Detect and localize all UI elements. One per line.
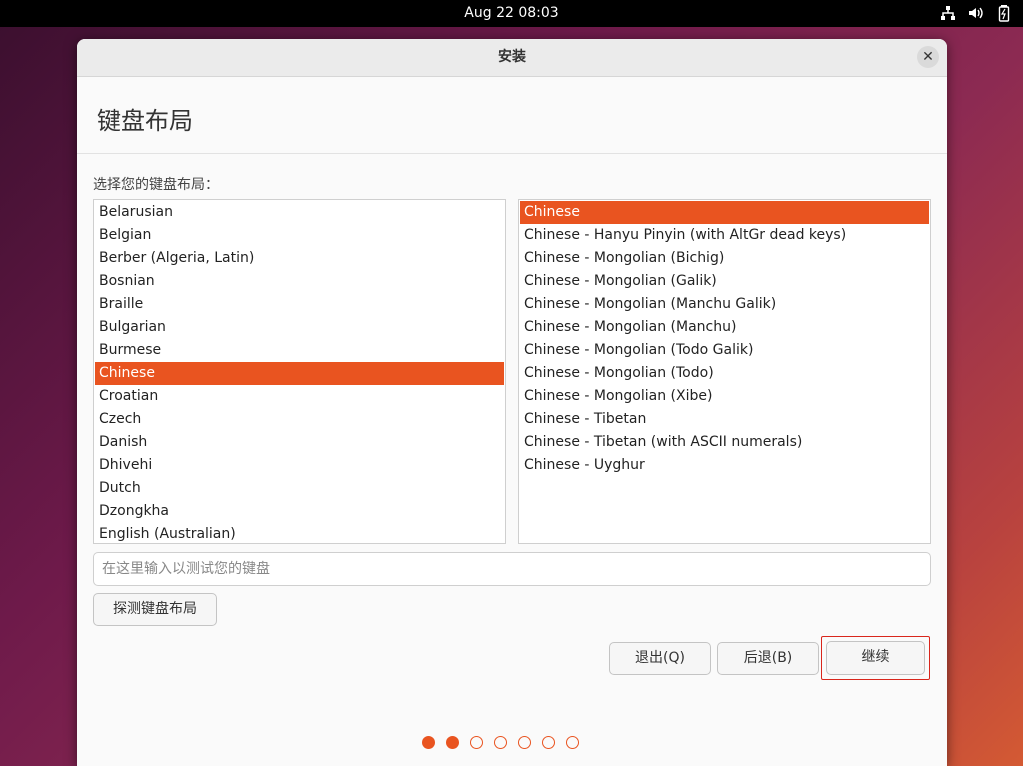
progress-dot [422, 736, 435, 749]
layout-prompt: 选择您的键盘布局： [93, 177, 219, 193]
variant-item[interactable]: Chinese - Tibetan [520, 408, 929, 431]
layout-item[interactable]: Bosnian [95, 270, 504, 293]
continue-button[interactable]: 继续 [826, 641, 925, 675]
volume-icon[interactable] [967, 4, 985, 22]
layout-item[interactable]: English (Australian) [95, 523, 504, 543]
progress-dot [494, 736, 507, 749]
layout-item[interactable]: Belarusian [95, 201, 504, 224]
progress-dot [518, 736, 531, 749]
close-button[interactable]: ✕ [917, 46, 939, 68]
title-bar: 安装 ✕ [77, 39, 947, 77]
layout-item[interactable]: Czech [95, 408, 504, 431]
variant-item[interactable]: Chinese - Mongolian (Todo Galik) [520, 339, 929, 362]
quit-button[interactable]: 退出(Q) [609, 642, 711, 675]
layout-item[interactable]: Belgian [95, 224, 504, 247]
layout-list[interactable]: Belarusian Belgian Berber (Algeria, Latin)… [93, 199, 506, 544]
layout-item[interactable]: Berber (Algeria, Latin) [95, 247, 504, 270]
progress-dots [422, 736, 579, 749]
layout-item[interactable]: Burmese [95, 339, 504, 362]
layout-item[interactable]: Croatian [95, 385, 504, 408]
top-bar: Aug 22 08:03 [0, 0, 1023, 27]
window-title: 安装 [498, 49, 526, 65]
layout-item[interactable]: Dutch [95, 477, 504, 500]
close-icon: ✕ [922, 49, 934, 65]
layout-item[interactable]: Bulgarian [95, 316, 504, 339]
continue-focus-ring: 继续 [821, 636, 930, 680]
progress-dot [542, 736, 555, 749]
layout-item[interactable]: Dhivehi [95, 454, 504, 477]
progress-dot [470, 736, 483, 749]
variant-item[interactable]: Chinese - Mongolian (Todo) [520, 362, 929, 385]
keyboard-test-input[interactable] [93, 552, 931, 586]
variant-list[interactable]: Chinese Chinese - Hanyu Pinyin (with AltG… [518, 199, 931, 544]
installer-window: 安装 ✕ 键盘布局 选择您的键盘布局： Belarusian Belgian Ber… [77, 39, 947, 766]
system-tray[interactable] [939, 4, 1013, 22]
battery-icon[interactable] [995, 4, 1013, 22]
layout-item[interactable]: Dzongkha [95, 500, 504, 523]
detect-layout-button[interactable]: 探测键盘布局 [93, 593, 217, 626]
layout-item[interactable]: Braille [95, 293, 504, 316]
variant-item[interactable]: Chinese - Mongolian (Bichig) [520, 247, 929, 270]
clock[interactable]: Aug 22 08:03 [0, 5, 1023, 21]
variant-item[interactable]: Chinese [520, 201, 929, 224]
variant-item[interactable]: Chinese - Tibetan (with ASCII numerals) [520, 431, 929, 454]
page-title: 键盘布局 [97, 107, 193, 135]
layout-item[interactable]: Chinese [95, 362, 504, 385]
progress-dot [566, 736, 579, 749]
variant-item[interactable]: Chinese - Mongolian (Galik) [520, 270, 929, 293]
variant-item[interactable]: Chinese - Uyghur [520, 454, 929, 477]
progress-dot [446, 736, 459, 749]
variant-item[interactable]: Chinese - Mongolian (Xibe) [520, 385, 929, 408]
variant-item[interactable]: Chinese - Mongolian (Manchu Galik) [520, 293, 929, 316]
back-button[interactable]: 后退(B) [717, 642, 819, 675]
header-divider [77, 153, 947, 154]
network-icon[interactable] [939, 4, 957, 22]
layout-item[interactable]: Danish [95, 431, 504, 454]
variant-item[interactable]: Chinese - Mongolian (Manchu) [520, 316, 929, 339]
variant-item[interactable]: Chinese - Hanyu Pinyin (with AltGr dead … [520, 224, 929, 247]
